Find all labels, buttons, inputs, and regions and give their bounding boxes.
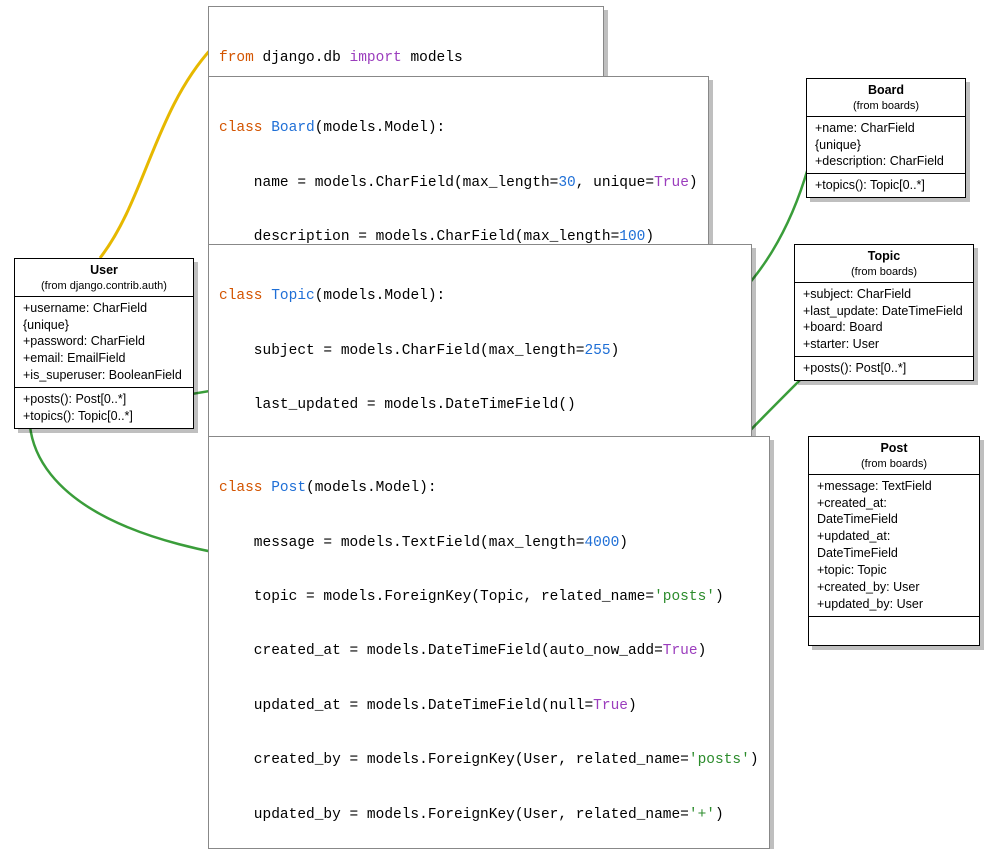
code-line: name = models.CharField(max_length=30, u…	[219, 174, 698, 192]
uml-attr: +created_by: User	[817, 579, 971, 596]
uml-board: Board (from boards) +name: CharField {un…	[806, 78, 966, 198]
code-line: class Topic(models.Model):	[219, 287, 741, 305]
uml-attr: +last_update: DateTimeField	[803, 303, 965, 320]
uml-attr: +message: TextField	[817, 478, 971, 495]
code-line: subject = models.CharField(max_length=25…	[219, 342, 741, 360]
uml-ops-empty	[809, 617, 979, 645]
uml-attrs: +username: CharField {unique} +password:…	[15, 297, 193, 388]
uml-attr: +topic: Topic	[817, 562, 971, 579]
uml-attr: +is_superuser: BooleanField	[23, 367, 185, 384]
code-line: class Post(models.Model):	[219, 479, 759, 497]
code-class-post: class Post(models.Model): message = mode…	[208, 436, 770, 849]
code-line: message = models.TextField(max_length=40…	[219, 534, 759, 552]
uml-header: Post (from boards)	[809, 437, 979, 475]
uml-op: +posts(): Post[0..*]	[23, 391, 185, 408]
uml-op: +topics(): Topic[0..*]	[23, 408, 185, 425]
code-line: created_at = models.DateTimeField(auto_n…	[219, 642, 759, 660]
uml-attr: +created_at: DateTimeField	[817, 495, 971, 529]
uml-title: Topic	[805, 248, 963, 265]
code-class-board: class Board(models.Model): name = models…	[208, 76, 709, 271]
uml-header: Topic (from boards)	[795, 245, 973, 283]
uml-op: +posts(): Post[0..*]	[803, 360, 965, 377]
uml-attr: +username: CharField {unique}	[23, 300, 185, 334]
uml-subtitle: (from boards)	[817, 99, 955, 114]
uml-subtitle: (from boards)	[805, 265, 963, 280]
uml-attr: +updated_at: DateTimeField	[817, 528, 971, 562]
uml-attr: +name: CharField {unique}	[815, 120, 957, 154]
uml-user: User (from django.contrib.auth) +usernam…	[14, 258, 194, 429]
code-line: updated_by = models.ForeignKey(User, rel…	[219, 806, 759, 824]
uml-ops: +posts(): Post[0..*]	[795, 357, 973, 380]
code-line: class Board(models.Model):	[219, 119, 698, 137]
uml-attrs: +name: CharField {unique} +description: …	[807, 117, 965, 175]
uml-attr: +password: CharField	[23, 333, 185, 350]
code-line: created_by = models.ForeignKey(User, rel…	[219, 751, 759, 769]
uml-subtitle: (from boards)	[819, 457, 969, 472]
uml-topic: Topic (from boards) +subject: CharField …	[794, 244, 974, 381]
uml-title: Post	[819, 440, 969, 457]
uml-attr: +board: Board	[803, 319, 965, 336]
uml-header: Board (from boards)	[807, 79, 965, 117]
code-line: updated_at = models.DateTimeField(null=T…	[219, 697, 759, 715]
uml-ops: +posts(): Post[0..*] +topics(): Topic[0.…	[15, 388, 193, 428]
uml-attr: +starter: User	[803, 336, 965, 353]
code-line: last_updated = models.DateTimeField()	[219, 396, 741, 414]
uml-ops: +topics(): Topic[0..*]	[807, 174, 965, 197]
code-line: from django.db import models	[219, 49, 593, 67]
uml-attr: +subject: CharField	[803, 286, 965, 303]
uml-attr: +email: EmailField	[23, 350, 185, 367]
uml-header: User (from django.contrib.auth)	[15, 259, 193, 297]
uml-subtitle: (from django.contrib.auth)	[25, 279, 183, 294]
uml-attrs: +message: TextField +created_at: DateTim…	[809, 475, 979, 617]
uml-op: +topics(): Topic[0..*]	[815, 177, 957, 194]
uml-attrs: +subject: CharField +last_update: DateTi…	[795, 283, 973, 358]
uml-attr: +updated_by: User	[817, 596, 971, 613]
code-line: topic = models.ForeignKey(Topic, related…	[219, 588, 759, 606]
uml-title: Board	[817, 82, 955, 99]
uml-post: Post (from boards) +message: TextField +…	[808, 436, 980, 646]
uml-title: User	[25, 262, 183, 279]
uml-attr: +description: CharField	[815, 153, 957, 170]
